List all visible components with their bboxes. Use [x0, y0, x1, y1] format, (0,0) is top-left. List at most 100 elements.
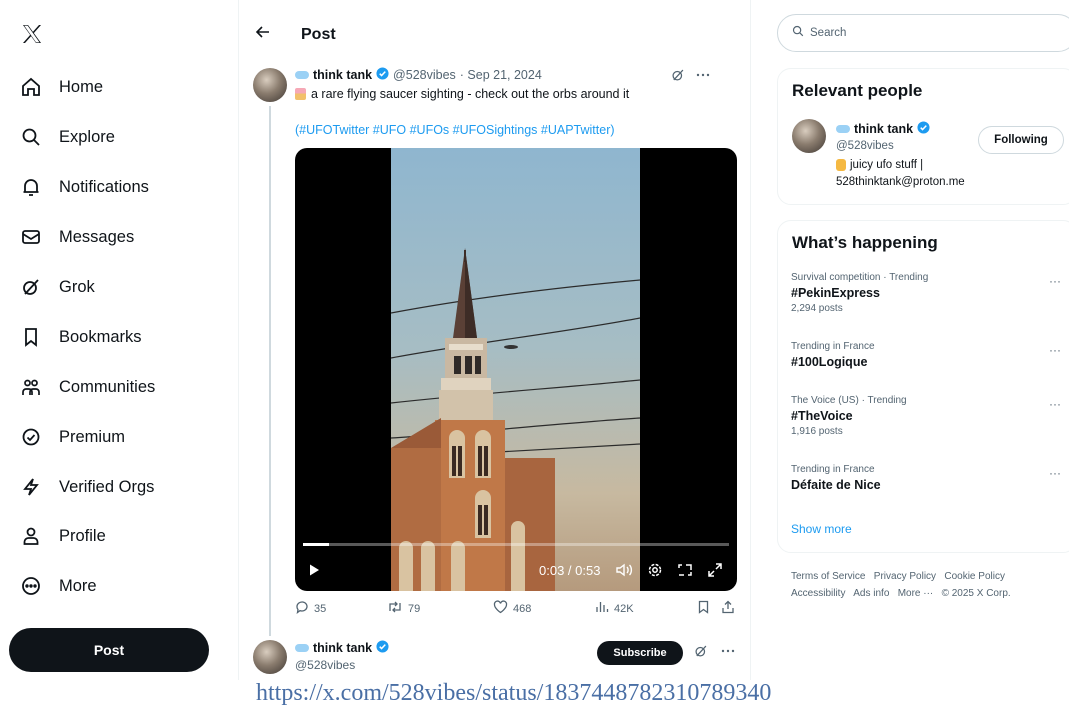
video-progress-fill: [303, 543, 329, 546]
trend-item[interactable]: Trending in France Défaite de Nice ···: [791, 464, 1061, 492]
nav-profile[interactable]: Profile: [20, 521, 230, 551]
nav-home[interactable]: Home: [20, 72, 230, 102]
nav-verified-orgs[interactable]: Verified Orgs: [20, 472, 230, 502]
author-handle[interactable]: @528vibes: [393, 68, 456, 82]
badge-pill-icon: [295, 71, 309, 79]
nav-notifications[interactable]: Notifications: [20, 172, 230, 202]
nav-label: Grok: [59, 277, 95, 296]
footer-line[interactable]: Terms of Service Privacy Policy Cookie P…: [791, 568, 1069, 585]
footer-line[interactable]: Accessibility Ads info More ··· © 2025 X…: [791, 585, 1069, 602]
subscribe-button[interactable]: Subscribe: [597, 641, 683, 665]
show-more-link[interactable]: Show more: [791, 522, 852, 536]
reply-actions: [694, 644, 736, 663]
nav-label: More: [59, 576, 97, 595]
nav-communities[interactable]: Communities: [20, 372, 230, 402]
more-options-icon[interactable]: ···: [1049, 397, 1061, 411]
relevant-person-name[interactable]: think tank: [854, 122, 913, 136]
fullscreen-icon[interactable]: [707, 558, 723, 582]
tweet-date[interactable]: · Sep 21, 2024: [460, 68, 542, 82]
picture-in-picture-icon[interactable]: [677, 558, 693, 582]
video-player[interactable]: 0:03 / 0:53: [295, 148, 737, 591]
trend-tag: #PekinExpress: [791, 286, 880, 300]
more-circle-icon: [20, 575, 42, 597]
nav-grok[interactable]: Grok: [20, 272, 230, 302]
nav-label: Bookmarks: [59, 327, 142, 346]
nav-more[interactable]: More: [20, 571, 230, 601]
reply-author-name[interactable]: think tank: [313, 641, 372, 655]
following-button[interactable]: Following: [978, 126, 1064, 154]
nav-label: Home: [59, 77, 104, 96]
nav-bookmarks[interactable]: Bookmarks: [20, 322, 230, 352]
search-icon: [792, 24, 804, 42]
drink-emoji-icon: [295, 88, 306, 100]
settings-gear-icon[interactable]: [647, 558, 663, 582]
church-steeple-image: [391, 248, 640, 591]
share-icon[interactable]: [721, 600, 735, 614]
video-progress-bar[interactable]: [303, 543, 729, 546]
author-name[interactable]: think tank: [313, 68, 372, 82]
verified-badge-icon: [376, 67, 389, 83]
more-options-icon[interactable]: ···: [1049, 466, 1061, 480]
nav-explore[interactable]: Explore: [20, 122, 230, 152]
trend-item[interactable]: The Voice (US) · Trending #TheVoice 1,91…: [791, 395, 1061, 437]
bio-text: juicy ufo stuff |: [850, 159, 924, 171]
thread-line: [269, 106, 271, 636]
repost-icon: [387, 600, 403, 617]
relevant-person-bio-line2: 528thinktank@proton.me: [836, 176, 965, 188]
play-icon[interactable]: [307, 558, 321, 582]
back-arrow-icon[interactable]: [255, 24, 271, 45]
bell-icon: [20, 176, 42, 198]
avatar[interactable]: [792, 119, 826, 153]
trend-context: Survival competition · Trending: [791, 272, 929, 283]
more-options-icon[interactable]: ···: [1049, 343, 1061, 357]
reply-stat[interactable]: 35: [295, 600, 326, 617]
tweet-hashtags[interactable]: (#UFOTwitter #UFO #UFOs #UFOSightings #U…: [295, 123, 615, 137]
grok-icon[interactable]: [694, 644, 708, 663]
tweet-text: a rare flying saucer sighting - check ou…: [295, 87, 629, 101]
tweet-header: think tank @528vibes · Sep 21, 2024: [295, 67, 542, 83]
more-options-icon[interactable]: [720, 644, 736, 663]
reply-author-handle[interactable]: @528vibes: [295, 658, 355, 672]
nav-label: Verified Orgs: [59, 477, 155, 496]
grok-icon[interactable]: [671, 68, 685, 85]
avatar[interactable]: [253, 68, 287, 102]
repost-stat[interactable]: 79: [387, 600, 420, 617]
repost-count: 79: [408, 602, 421, 615]
more-options-icon[interactable]: [695, 68, 711, 85]
bookmark-icon[interactable]: [697, 600, 710, 614]
avatar[interactable]: [253, 640, 287, 674]
like-count: 468: [513, 602, 532, 615]
relevant-person-handle[interactable]: @528vibes: [836, 140, 894, 152]
search-box[interactable]: [777, 14, 1069, 52]
bookmark-icon: [20, 326, 42, 348]
home-icon: [20, 76, 42, 98]
trend-item[interactable]: Trending in France #100Logique ···: [791, 341, 1061, 369]
more-options-icon[interactable]: ···: [1049, 274, 1061, 288]
like-stat[interactable]: 468: [493, 600, 531, 617]
views-chart-icon: [595, 600, 609, 617]
nav-label: Communities: [59, 377, 156, 396]
right-sidebar: Relevant people think tank @528vibes jui…: [777, 0, 1069, 680]
lightning-icon: [20, 476, 42, 498]
volume-icon[interactable]: [615, 558, 633, 582]
nav-premium[interactable]: Premium: [20, 422, 230, 452]
views-count: 42K: [614, 602, 634, 615]
post-button[interactable]: Post: [9, 628, 209, 672]
source-url[interactable]: https://x.com/528vibes/status/1837448782…: [256, 680, 771, 707]
tweet-top-actions: [671, 68, 711, 85]
views-stat[interactable]: 42K: [595, 600, 634, 617]
nav-label: Explore: [59, 127, 115, 146]
left-nav: Home Explore Notifications Messages Grok…: [0, 0, 238, 680]
trend-context: Trending in France: [791, 464, 875, 475]
verified-badge-icon: [376, 640, 389, 656]
verified-badge-icon: [917, 121, 930, 137]
reply-icon: [295, 600, 309, 617]
search-input[interactable]: [810, 27, 1010, 39]
envelope-icon: [20, 226, 42, 248]
nav-messages[interactable]: Messages: [20, 222, 230, 252]
post-column: Post think tank @528vibes · Sep 21, 2024…: [238, 0, 751, 680]
badge-pill-icon: [295, 644, 309, 652]
x-logo-icon[interactable]: [20, 22, 44, 46]
trend-item[interactable]: Survival competition · Trending #PekinEx…: [791, 272, 1061, 314]
reply-count: 35: [314, 602, 327, 615]
